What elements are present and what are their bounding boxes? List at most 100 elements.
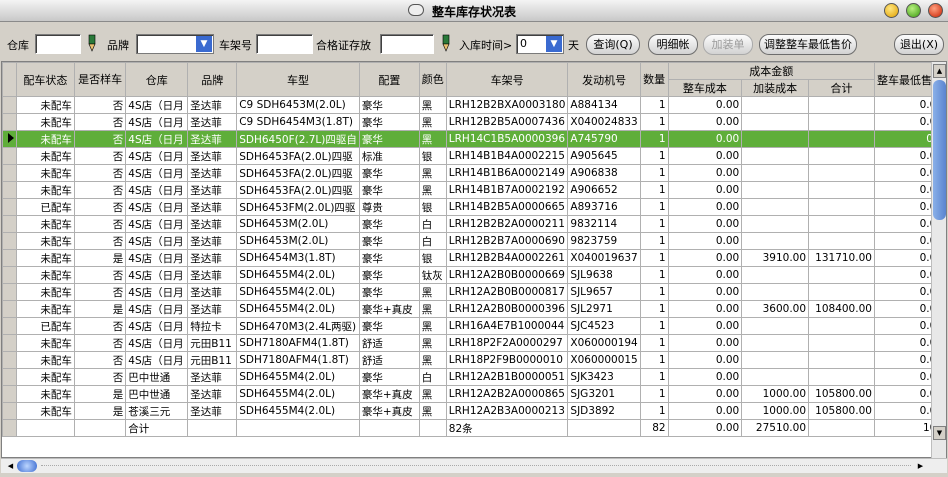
warehouse-cell[interactable]: 4S店（日月 bbox=[125, 215, 189, 233]
addon-cost-cell[interactable]: 3600.00 bbox=[741, 300, 810, 318]
color-cell[interactable]: 黑 bbox=[418, 402, 447, 420]
addon-button[interactable]: 加装单 bbox=[703, 34, 753, 55]
engine-cell[interactable]: A893716 bbox=[567, 198, 641, 216]
config-cell[interactable]: 豪华 bbox=[358, 96, 420, 114]
addon-cost-cell[interactable] bbox=[741, 266, 810, 284]
frame-number-input[interactable] bbox=[256, 34, 313, 54]
total-cell[interactable] bbox=[808, 198, 875, 216]
total-cell[interactable] bbox=[808, 266, 875, 284]
total-cell[interactable] bbox=[808, 351, 875, 369]
status-cell[interactable]: 未配车 bbox=[16, 300, 75, 318]
vin-cell[interactable]: LRH12B2B7A0000690 bbox=[445, 232, 569, 250]
vin-cell[interactable]: LRH12A2B2A0000865 bbox=[445, 385, 569, 403]
scroll-down-icon[interactable]: ▼ bbox=[933, 426, 946, 440]
warehouse-cell[interactable]: 4S店（日月 bbox=[125, 317, 189, 335]
config-cell[interactable]: 豪华 bbox=[358, 283, 420, 301]
model-cell[interactable]: SDH6455M4(2.0L) bbox=[236, 266, 360, 284]
model-cell[interactable]: SDH6455M4(2.0L) bbox=[236, 385, 360, 403]
warehouse-cell[interactable]: 4S店（日月 bbox=[125, 283, 189, 301]
table-row[interactable]: 已配车否 4S店（日月 特拉卡 SDH6470M3(2.4L两驱) 豪华黑 LRH16A4… bbox=[2, 317, 946, 335]
color-cell[interactable]: 白 bbox=[418, 215, 447, 233]
color-cell[interactable]: 黑 bbox=[418, 317, 447, 335]
config-cell[interactable]: 豪华 bbox=[358, 317, 420, 335]
col-warehouse[interactable]: 仓库 bbox=[125, 62, 189, 97]
model-cell[interactable]: SDH6453FA(2.0L)四驱 bbox=[236, 164, 360, 182]
status-cell[interactable]: 已配车 bbox=[16, 317, 75, 335]
config-cell[interactable]: 舒适 bbox=[358, 351, 420, 369]
row-indicator[interactable] bbox=[2, 113, 17, 131]
vin-cell[interactable]: LRH14B1B7A0002192 bbox=[445, 181, 569, 199]
addon-cost-cell[interactable] bbox=[741, 130, 810, 148]
table-row[interactable]: 未配车是 4S店（日月 圣达菲 SDH6455M4(2.0L) 豪华+真皮黑 LRH12A… bbox=[2, 300, 946, 318]
color-cell[interactable]: 黑 bbox=[418, 334, 447, 352]
warehouse-cell[interactable]: 4S店（日月 bbox=[125, 164, 189, 182]
vehicle-cost-cell[interactable]: 0.00 bbox=[667, 181, 743, 199]
engine-cell[interactable]: X060000015 bbox=[567, 351, 641, 369]
qty-cell[interactable]: 1 bbox=[639, 385, 669, 403]
status-cell[interactable]: 未配车 bbox=[16, 147, 75, 165]
table-row[interactable]: 未配车否 4S店（日月 圣达菲 SDH6453FA(2.0L)四驱 标准银 LRH14B1… bbox=[2, 147, 946, 165]
status-cell[interactable]: 未配车 bbox=[16, 215, 75, 233]
sample-cell[interactable]: 否 bbox=[73, 181, 127, 199]
brand-cell[interactable]: 元田B11 bbox=[187, 351, 238, 369]
sample-cell[interactable]: 否 bbox=[73, 130, 127, 148]
total-cell[interactable]: 105800.00 bbox=[808, 402, 875, 420]
color-cell[interactable]: 黑 bbox=[418, 181, 447, 199]
model-cell[interactable]: C9 SDH6454M3(1.8T) bbox=[236, 113, 360, 131]
table-row[interactable]: 已配车否 4S店（日月 圣达菲 SDH6453FM(2.0L)四驱 尊贵银 LRH14B2… bbox=[2, 198, 946, 216]
table-row[interactable]: 未配车否巴中世通 圣达菲 SDH6455M4(2.0L) 豪华白 LRH12A2B1B0… bbox=[2, 368, 946, 386]
row-indicator[interactable] bbox=[2, 215, 17, 233]
status-cell[interactable]: 未配车 bbox=[16, 164, 75, 182]
table-row[interactable]: 未配车否 4S店（日月 圣达菲 SDH6453M(2.0L) 豪华白 LRH12B2B7A… bbox=[2, 232, 946, 250]
table-row[interactable]: 未配车否 4S店（日月 圣达菲 C9 SDH6454M3(1.8T) 豪华黑 LRH12B… bbox=[2, 113, 946, 131]
brand-cell[interactable]: 圣达菲 bbox=[187, 198, 238, 216]
brand-cell[interactable]: 圣达菲 bbox=[187, 266, 238, 284]
engine-cell[interactable]: X060000194 bbox=[567, 334, 641, 352]
brand-cell[interactable]: 圣达菲 bbox=[187, 283, 238, 301]
row-indicator[interactable] bbox=[2, 300, 17, 318]
brand-cell[interactable]: 元田B11 bbox=[187, 334, 238, 352]
config-cell[interactable]: 豪华 bbox=[358, 130, 420, 148]
addon-cost-cell[interactable] bbox=[741, 96, 810, 114]
total-cell[interactable] bbox=[808, 147, 875, 165]
color-cell[interactable]: 白 bbox=[418, 232, 447, 250]
status-cell[interactable]: 未配车 bbox=[16, 266, 75, 284]
total-cell[interactable] bbox=[808, 181, 875, 199]
model-cell[interactable]: SDH6455M4(2.0L) bbox=[236, 300, 360, 318]
config-cell[interactable]: 豪华 bbox=[358, 164, 420, 182]
sample-cell[interactable]: 否 bbox=[73, 317, 127, 335]
row-indicator[interactable] bbox=[2, 351, 17, 369]
qty-cell[interactable]: 1 bbox=[639, 215, 669, 233]
engine-cell[interactable]: A745790 bbox=[567, 130, 641, 148]
warehouse-cell[interactable]: 4S店（日月 bbox=[125, 351, 189, 369]
total-cell[interactable]: 105800.00 bbox=[808, 385, 875, 403]
close-button[interactable] bbox=[928, 3, 943, 18]
addon-cost-cell[interactable] bbox=[741, 198, 810, 216]
col-vehicle-cost[interactable]: 整车成本 bbox=[667, 79, 743, 97]
addon-cost-cell[interactable] bbox=[741, 113, 810, 131]
col-addon-cost[interactable]: 加装成本 bbox=[741, 79, 810, 97]
table-row[interactable]: 未配车是巴中世通 圣达菲 SDH6455M4(2.0L) 豪华+真皮黑 LRH12A2B… bbox=[2, 385, 946, 403]
warehouse-cell[interactable]: 4S店（日月 bbox=[125, 147, 189, 165]
color-cell[interactable]: 黑 bbox=[418, 300, 447, 318]
brand-cell[interactable]: 圣达菲 bbox=[187, 249, 238, 267]
addon-cost-cell[interactable]: 1000.00 bbox=[741, 385, 810, 403]
status-cell[interactable]: 未配车 bbox=[16, 232, 75, 250]
sample-cell[interactable]: 否 bbox=[73, 351, 127, 369]
status-cell[interactable]: 未配车 bbox=[16, 96, 75, 114]
col-engine[interactable]: 发动机号 bbox=[567, 62, 641, 97]
vin-cell[interactable]: LRH14B1B6A0002149 bbox=[445, 164, 569, 182]
vehicle-cost-cell[interactable]: 0.00 bbox=[667, 164, 743, 182]
row-indicator[interactable] bbox=[2, 164, 17, 182]
brand-cell[interactable]: 圣达菲 bbox=[187, 385, 238, 403]
engine-cell[interactable]: SJL9638 bbox=[567, 266, 641, 284]
addon-cost-cell[interactable] bbox=[741, 181, 810, 199]
model-cell[interactable]: SDH6455M4(2.0L) bbox=[236, 402, 360, 420]
sample-cell[interactable]: 否 bbox=[73, 147, 127, 165]
engine-cell[interactable]: SJL9657 bbox=[567, 283, 641, 301]
row-indicator[interactable] bbox=[2, 130, 17, 148]
warehouse-cell[interactable]: 4S店（日月 bbox=[125, 198, 189, 216]
vehicle-cost-cell[interactable]: 0.00 bbox=[667, 232, 743, 250]
total-cell[interactable] bbox=[808, 283, 875, 301]
warehouse-cell[interactable]: 4S店（日月 bbox=[125, 232, 189, 250]
